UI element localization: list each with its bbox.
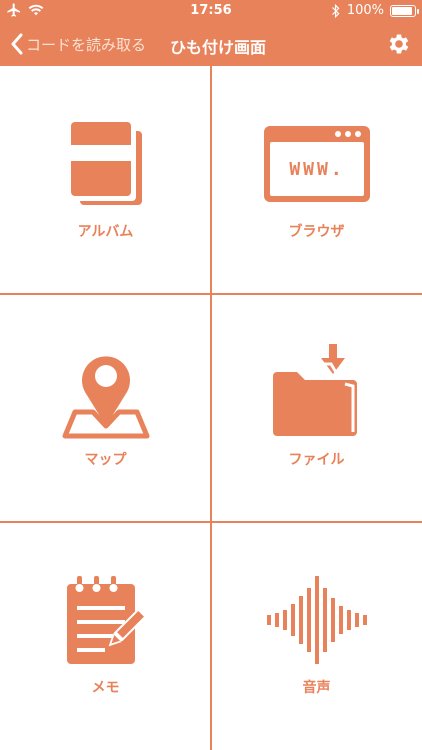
grid-item-label: 音声 — [302, 680, 331, 696]
grid-item-label: アルバム — [77, 224, 134, 240]
grid-divider-horizontal — [0, 293, 422, 295]
bluetooth-icon — [331, 3, 340, 18]
page-title: ひも付け画面 — [170, 38, 267, 57]
map-pin-icon — [62, 356, 149, 439]
browser-icon-text: WWW. — [289, 159, 344, 180]
grid-item-album[interactable]: アルバム — [0, 66, 211, 294]
battery-percent: 100% — [346, 3, 384, 18]
status-right: 100% — [331, 3, 419, 18]
nav-bar: コードを読み取る ひも付け画面 — [0, 22, 422, 66]
sound-wave-icon — [266, 576, 367, 664]
grid-item-label: マップ — [84, 452, 127, 468]
grid-item-label: ブラウザ — [288, 224, 345, 240]
grid-item-file[interactable]: ファイル — [211, 294, 422, 522]
grid-item-memo[interactable]: メモ — [0, 522, 211, 750]
chevron-left-icon — [11, 33, 23, 55]
browser-icon: WWW. — [263, 126, 370, 202]
back-button-label: コードを読み取る — [26, 35, 147, 54]
option-grid: アルバム WWW. ブラウザ マップ ファイル メモ 音声 — [0, 66, 422, 750]
battery-icon — [390, 4, 419, 17]
grid-item-audio[interactable]: 音声 — [211, 522, 422, 750]
grid-item-map[interactable]: マップ — [0, 294, 211, 522]
gear-icon — [389, 34, 409, 54]
grid-item-label: ファイル — [288, 452, 345, 468]
status-bar: 17:56 100% — [0, 0, 422, 22]
grid-divider-horizontal — [0, 521, 422, 523]
grid-item-label: メモ — [91, 680, 120, 696]
notepad-icon — [66, 576, 146, 664]
grid-divider-vertical — [210, 66, 212, 750]
grid-item-browser[interactable]: WWW. ブラウザ — [211, 66, 422, 294]
folder-download-icon — [272, 344, 357, 436]
album-icon — [70, 122, 142, 205]
settings-button[interactable] — [386, 31, 412, 57]
back-button[interactable]: コードを読み取る — [10, 31, 146, 57]
